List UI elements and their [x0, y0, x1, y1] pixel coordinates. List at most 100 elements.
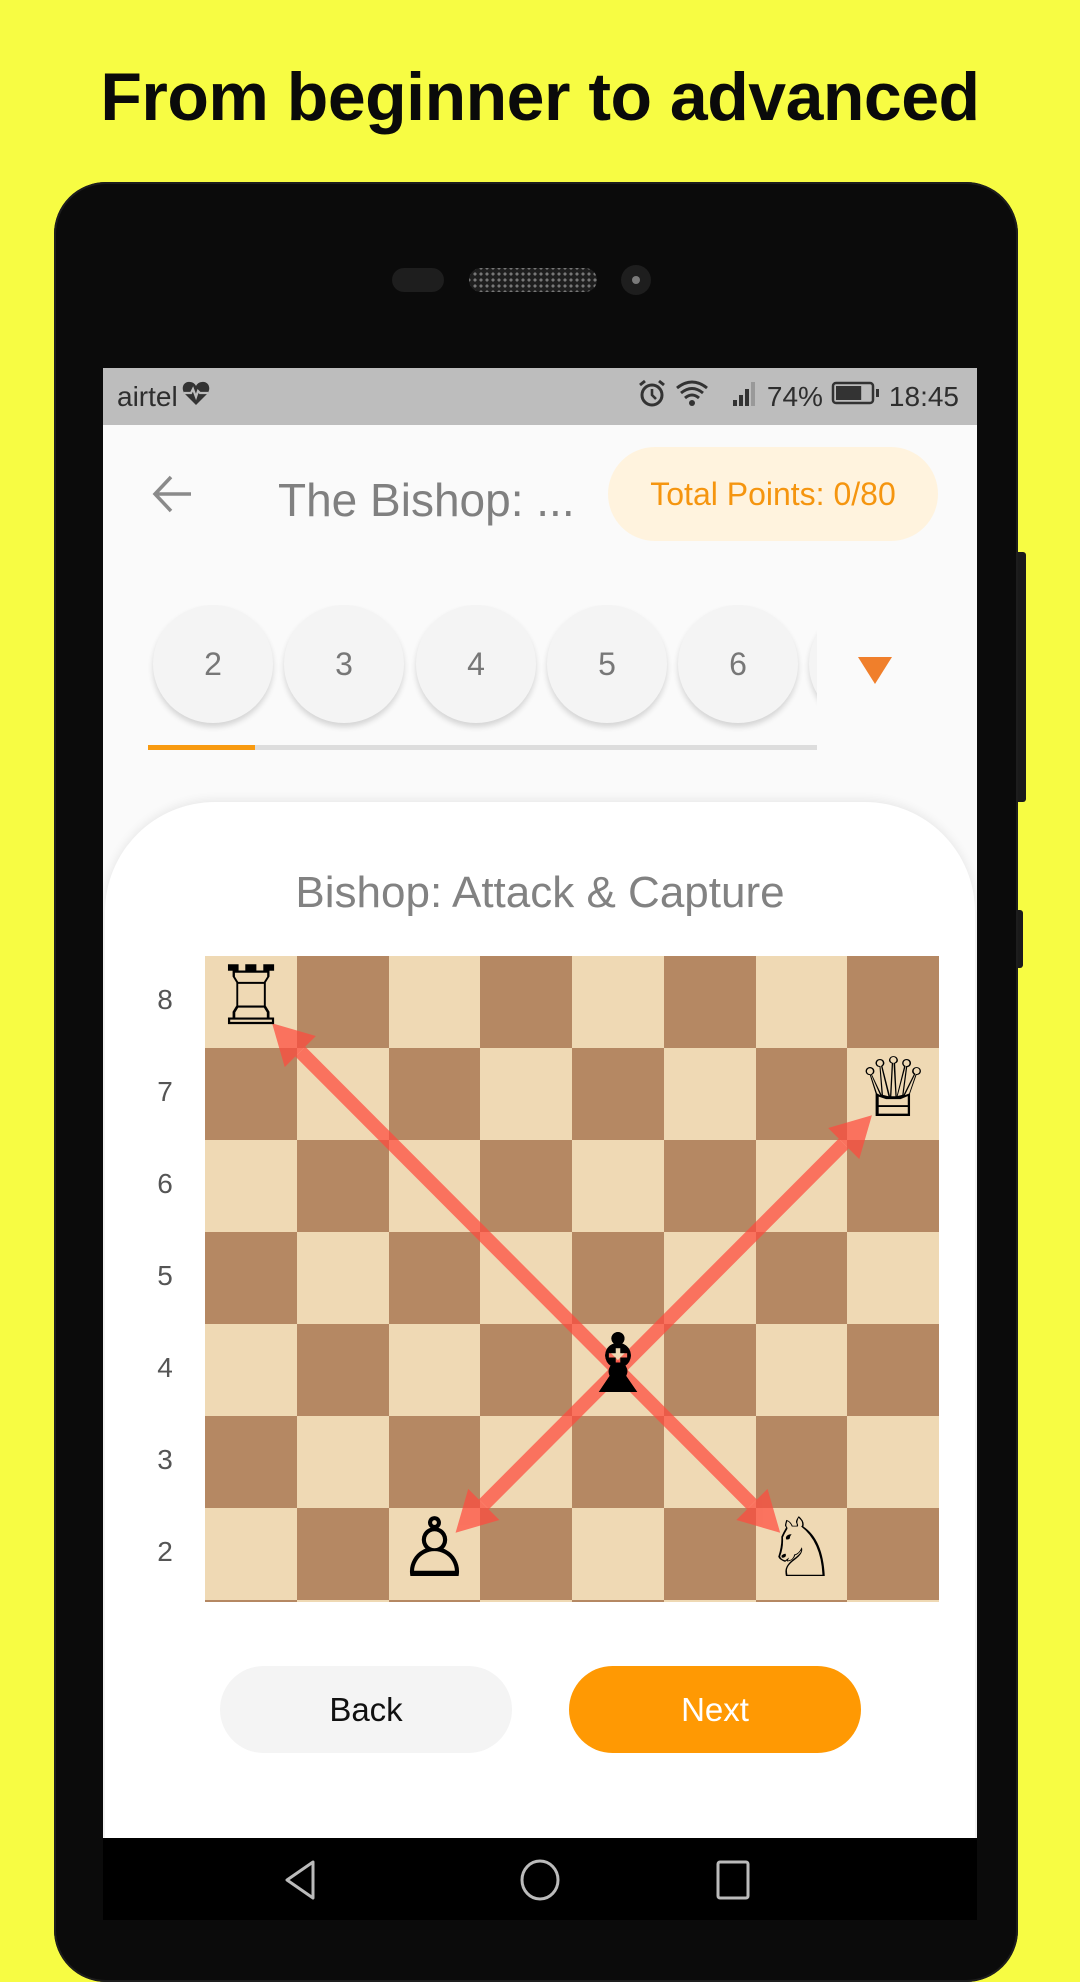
- board-square[interactable]: [205, 1048, 298, 1140]
- nav-back-icon[interactable]: [281, 1858, 321, 1907]
- board-square[interactable]: [296, 1232, 389, 1324]
- board-square[interactable]: [480, 1508, 573, 1600]
- board-square[interactable]: [388, 956, 481, 1048]
- board-square[interactable]: [296, 1600, 389, 1602]
- board-square[interactable]: [205, 1600, 298, 1602]
- board-square[interactable]: [755, 1600, 848, 1602]
- board-square[interactable]: [847, 1600, 939, 1602]
- board-square[interactable]: [663, 1048, 756, 1140]
- step-button[interactable]: 3: [284, 605, 404, 723]
- lesson-card-title: Bishop: Attack & Capture: [295, 868, 785, 917]
- step-button-partial[interactable]: [809, 605, 817, 723]
- rank-label: 6: [157, 1168, 173, 1199]
- board-square[interactable]: [388, 1324, 481, 1416]
- board-square[interactable]: [572, 1508, 665, 1600]
- board-square[interactable]: [663, 956, 756, 1048]
- battery-icon: [831, 380, 881, 413]
- board-square[interactable]: [480, 1232, 573, 1324]
- step-selector[interactable]: 2 3 4 5 6: [103, 605, 817, 735]
- nav-recents-icon[interactable]: [713, 1858, 753, 1907]
- board-square[interactable]: [572, 1048, 665, 1140]
- board-square[interactable]: [572, 956, 665, 1048]
- board-square[interactable]: [847, 1508, 939, 1600]
- board-square[interactable]: [480, 1140, 573, 1232]
- board-square[interactable]: [205, 1324, 298, 1416]
- rank-label: 8: [157, 984, 173, 1015]
- board-square[interactable]: [296, 1140, 389, 1232]
- board-square[interactable]: [755, 1416, 848, 1508]
- next-button[interactable]: Next: [569, 1666, 861, 1753]
- board-square[interactable]: [572, 1416, 665, 1508]
- board-square[interactable]: [755, 1324, 848, 1416]
- nav-home-icon[interactable]: [518, 1858, 562, 1907]
- board-square[interactable]: [847, 956, 939, 1048]
- rank-label: 7: [157, 1076, 173, 1107]
- white-rook-piece[interactable]: ♖: [205, 956, 297, 1038]
- board-square[interactable]: [388, 1600, 481, 1602]
- promo-headline: From beginner to advanced: [100, 59, 980, 135]
- wifi-icon: [675, 378, 709, 415]
- board-square[interactable]: [296, 1416, 389, 1508]
- board-square[interactable]: [296, 1324, 389, 1416]
- lesson-title: The Bishop: ...: [278, 474, 575, 526]
- triangle-down-icon[interactable]: [858, 657, 892, 684]
- board-square[interactable]: [205, 1416, 298, 1508]
- board-square[interactable]: [847, 1416, 939, 1508]
- phone-sensor: [392, 268, 444, 292]
- back-button[interactable]: Back: [220, 1666, 512, 1753]
- step-button[interactable]: 2: [153, 605, 273, 723]
- board-square[interactable]: [480, 1324, 573, 1416]
- board-square[interactable]: [480, 1048, 573, 1140]
- white-queen-piece[interactable]: ♕: [847, 1048, 939, 1130]
- step-button[interactable]: 5: [547, 605, 667, 723]
- board-square[interactable]: [205, 1140, 298, 1232]
- board-square[interactable]: [755, 1140, 848, 1232]
- arrow-left-icon[interactable]: [147, 469, 197, 519]
- board-square[interactable]: [755, 956, 848, 1048]
- step-progress-bar: [148, 745, 817, 750]
- board-square[interactable]: [663, 1416, 756, 1508]
- board-square[interactable]: [388, 1232, 481, 1324]
- board-square[interactable]: [296, 1508, 389, 1600]
- board-square[interactable]: [847, 1324, 939, 1416]
- rank-label: 2: [157, 1536, 173, 1567]
- board-square[interactable]: [572, 1600, 665, 1602]
- board-square[interactable]: [663, 1232, 756, 1324]
- board-square[interactable]: [572, 1232, 665, 1324]
- board-square[interactable]: [663, 1324, 756, 1416]
- android-nav-bar: [103, 1838, 977, 1920]
- board-square[interactable]: [296, 956, 389, 1048]
- alarm-icon: [637, 378, 667, 415]
- board-square[interactable]: [755, 1048, 848, 1140]
- clock-time: 18:45: [888, 380, 959, 412]
- white-knight-piece[interactable]: ♘: [756, 1508, 848, 1590]
- board-square[interactable]: [205, 1232, 298, 1324]
- board-square[interactable]: [388, 1416, 481, 1508]
- board-square[interactable]: [296, 1048, 389, 1140]
- white-pawn-piece[interactable]: ♙: [389, 1508, 481, 1590]
- board-square[interactable]: [663, 1140, 756, 1232]
- rank-label: 4: [157, 1352, 173, 1383]
- board-square[interactable]: [480, 1416, 573, 1508]
- carrier-label: airtel: [117, 380, 178, 412]
- total-points-badge[interactable]: Total Points: 0/80: [608, 447, 938, 541]
- app-bar: The Bishop: ... Total Points: 0/80: [103, 425, 977, 575]
- board-square[interactable]: [847, 1140, 939, 1232]
- board-square[interactable]: [755, 1232, 848, 1324]
- step-button[interactable]: 4: [416, 605, 536, 723]
- board-square[interactable]: [480, 956, 573, 1048]
- board-square[interactable]: [388, 1048, 481, 1140]
- heart-pulse-icon: [182, 380, 210, 413]
- phone-speaker: [469, 268, 597, 292]
- board-square[interactable]: [847, 1232, 939, 1324]
- board-square[interactable]: [572, 1140, 665, 1232]
- board-square[interactable]: [663, 1600, 756, 1602]
- board-square[interactable]: [480, 1600, 573, 1602]
- board-square[interactable]: [388, 1140, 481, 1232]
- black-bishop-piece[interactable]: ♝: [572, 1324, 664, 1406]
- phone-power-button: [1018, 910, 1023, 968]
- step-button[interactable]: 6: [678, 605, 798, 723]
- board-square[interactable]: [205, 1508, 298, 1600]
- chess-board[interactable]: ♖ ♕ ♝ ♙ ♘: [205, 956, 939, 1602]
- board-square[interactable]: [663, 1508, 756, 1600]
